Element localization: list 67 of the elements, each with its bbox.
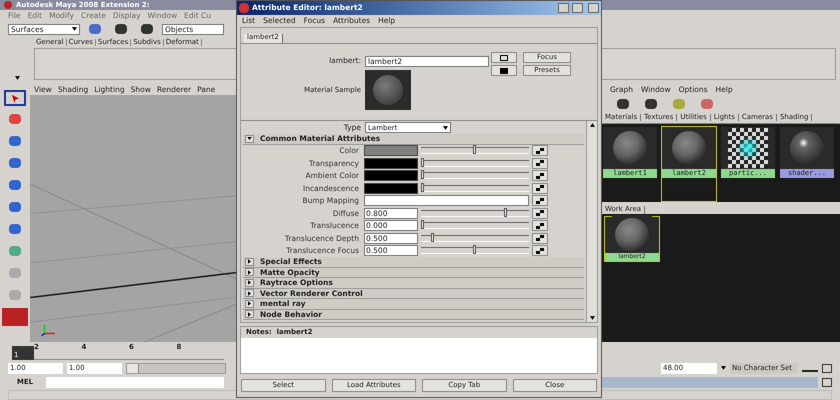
map-icon xyxy=(536,185,544,192)
scroll-up-icon xyxy=(590,123,594,127)
minimize-button[interactable] xyxy=(558,3,569,13)
slider-track[interactable] xyxy=(421,147,529,154)
command-line-field[interactable] xyxy=(46,376,224,388)
dropdown-arrow-icon xyxy=(443,126,448,130)
map-button[interactable] xyxy=(532,145,548,156)
close-button[interactable] xyxy=(588,3,599,13)
slider-thumb[interactable] xyxy=(473,145,476,154)
slider-thumb[interactable] xyxy=(431,232,434,242)
slider-thumb[interactable] xyxy=(421,220,424,230)
range-slider-fill[interactable] xyxy=(127,364,139,372)
map-icon xyxy=(536,172,544,179)
slider-track[interactable] xyxy=(421,234,529,242)
slider-thumb[interactable] xyxy=(421,170,424,180)
maximize-button[interactable] xyxy=(572,3,583,13)
map-button[interactable] xyxy=(532,245,548,256)
material-sample-preview xyxy=(365,70,411,110)
map-button[interactable] xyxy=(532,170,548,182)
map-button[interactable] xyxy=(532,158,548,169)
input-connections-button[interactable] xyxy=(491,52,517,63)
bump-mapping-field[interactable] xyxy=(364,195,529,206)
dropdown-arrow-icon xyxy=(72,27,77,31)
slider-thumb[interactable] xyxy=(473,245,476,254)
expand-toggle[interactable] xyxy=(245,310,254,318)
dropdown-arrow-icon xyxy=(721,366,726,370)
slider-track[interactable] xyxy=(421,247,529,254)
map-button[interactable] xyxy=(532,232,548,244)
map-button[interactable] xyxy=(532,182,548,194)
checker-sphere-swatch-icon xyxy=(728,128,768,168)
color-swatch[interactable] xyxy=(364,158,418,169)
slider-thumb[interactable] xyxy=(421,158,424,167)
shelf-menu-arrow-icon xyxy=(14,76,20,80)
color-swatch[interactable] xyxy=(364,170,418,182)
expand-toggle[interactable] xyxy=(245,300,254,308)
slider-track[interactable] xyxy=(421,210,529,217)
output-connections-button[interactable] xyxy=(491,65,517,76)
expand-toggle[interactable] xyxy=(245,278,254,287)
map-icon xyxy=(536,160,544,166)
color-swatch[interactable] xyxy=(364,145,418,156)
slider-track[interactable] xyxy=(421,184,529,192)
map-button[interactable] xyxy=(532,220,548,232)
slider-track[interactable] xyxy=(421,160,529,167)
maya-logo-icon xyxy=(239,3,249,13)
map-button[interactable] xyxy=(532,208,548,219)
expand-toggle[interactable] xyxy=(245,289,254,298)
map-icon xyxy=(536,210,544,216)
collapse-toggle[interactable] xyxy=(245,134,254,143)
slider-thumb[interactable] xyxy=(504,208,508,217)
map-icon xyxy=(536,248,544,254)
map-button[interactable] xyxy=(532,195,548,206)
slider-track[interactable] xyxy=(421,222,529,230)
scrollbar[interactable] xyxy=(586,121,597,322)
slider-track[interactable] xyxy=(421,172,529,180)
map-icon xyxy=(536,222,544,229)
map-icon xyxy=(536,198,544,204)
maya-logo-icon xyxy=(4,1,12,9)
map-icon xyxy=(536,148,544,154)
expand-toggle[interactable] xyxy=(245,268,254,276)
slider-thumb[interactable] xyxy=(421,182,424,192)
select-tool-icon[interactable] xyxy=(4,90,26,106)
color-swatch[interactable] xyxy=(364,182,418,194)
range-slider[interactable] xyxy=(126,362,226,374)
expand-toggle[interactable] xyxy=(245,258,254,266)
notes-field[interactable] xyxy=(241,338,597,373)
scroll-down-icon xyxy=(590,316,594,320)
map-icon xyxy=(536,235,544,242)
